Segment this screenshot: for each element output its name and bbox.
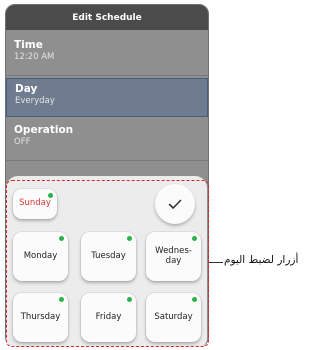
divider	[6, 75, 208, 76]
screen-title: Edit Schedule	[6, 5, 208, 30]
selected-dot	[127, 236, 132, 241]
wednesday-label-line2: day	[165, 255, 182, 266]
operation-row[interactable]: Operation OFF	[6, 120, 208, 158]
monday-button[interactable]: Monday	[13, 232, 68, 281]
day-value: Everyday	[15, 96, 55, 106]
selected-dot	[59, 236, 64, 241]
monday-label: Monday	[23, 250, 58, 261]
callout-label: أزرار لضبط اليوم	[224, 254, 299, 266]
tuesday-button[interactable]: Tuesday	[81, 232, 136, 281]
check-icon	[168, 199, 182, 209]
tuesday-label: Tuesday	[91, 250, 126, 261]
divider	[6, 160, 208, 161]
saturday-label: Saturday	[154, 311, 193, 322]
friday-button[interactable]: Friday	[81, 293, 136, 342]
day-row[interactable]: Day Everyday	[6, 78, 208, 117]
callout-leader-line	[209, 262, 223, 263]
saturday-button[interactable]: Saturday	[146, 293, 201, 342]
friday-label: Friday	[95, 311, 122, 322]
sunday-label: Sunday	[19, 198, 51, 209]
selected-dot	[127, 297, 132, 302]
confirm-button[interactable]	[155, 184, 195, 224]
time-value: 12:20 AM	[14, 52, 55, 62]
day-label: Day	[15, 83, 38, 95]
wednesday-button[interactable]: Wednes- day	[146, 232, 201, 281]
operation-value: OFF	[14, 137, 31, 147]
thursday-label: Thursday	[20, 311, 61, 322]
operation-label: Operation	[14, 124, 74, 136]
wednesday-label: Wednes- day	[155, 246, 192, 266]
sunday-button[interactable]: Sunday	[13, 189, 57, 219]
selected-dot	[59, 297, 64, 302]
selected-dot	[192, 236, 197, 241]
thursday-button[interactable]: Thursday	[13, 293, 68, 342]
time-row[interactable]: Time 12:20 AM	[6, 35, 208, 73]
time-label: Time	[14, 39, 43, 51]
selected-dot	[48, 193, 53, 198]
selected-dot	[192, 297, 197, 302]
